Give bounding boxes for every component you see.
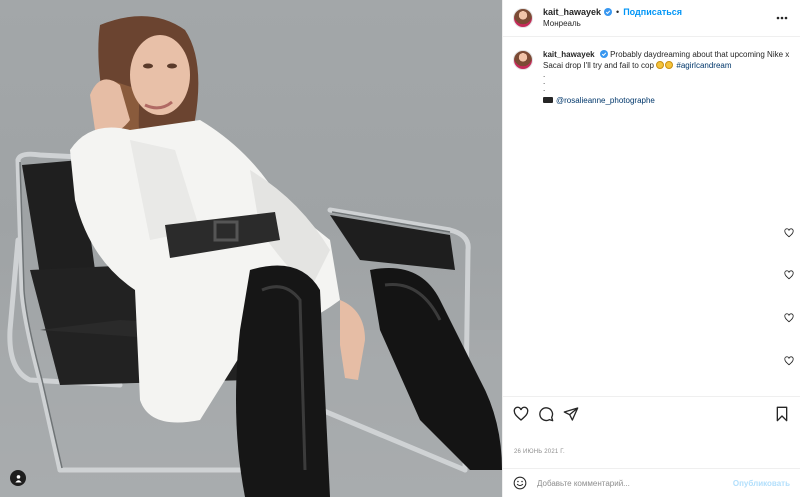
share-icon[interactable] [563,406,579,422]
caption-dot: . [543,77,546,86]
photo-illustration [0,16,502,497]
grin-emoji-icon [665,61,674,69]
verified-badge-icon [599,50,608,58]
actions-divider [503,396,800,397]
header-username[interactable]: kait_hawayek [543,6,601,18]
comment-bar: Опубликовать [503,468,800,497]
caption-dots: . . . [543,70,791,93]
camera-icon [543,97,553,103]
post-photo[interactable] [0,0,502,497]
emoji-icon[interactable] [513,476,527,490]
instagram-post-modal: kait_hawayek • Подписаться Монреаль kait… [0,0,800,497]
photographer-mention[interactable]: @rosalieanne_photographe [556,96,655,105]
heart-icon[interactable] [513,406,529,422]
caption-dot: . [543,70,546,79]
hashtag-link[interactable]: #agirlcandream [676,61,731,70]
header-separator: • [616,7,620,17]
follow-button[interactable]: Подписаться [623,6,682,18]
post-caption: kait_hawayek Probably daydreaming about … [513,49,793,106]
comment-icon[interactable] [538,406,554,422]
more-options-icon [776,16,788,20]
post-details-panel: kait_hawayek • Подписаться Монреаль kait… [502,0,800,497]
user-tag-icon [14,474,22,483]
bookmark-icon[interactable] [774,406,790,422]
smirk-emoji-icon [656,61,665,69]
post-date[interactable]: 26 ИЮНЬ 2021 Г. [514,449,565,455]
publish-button[interactable]: Опубликовать [733,479,790,488]
post-actions [513,405,790,423]
verified-badge-icon [604,8,613,16]
comment-input[interactable] [537,478,727,488]
header-text: kait_hawayek • Подписаться Монреаль [543,6,682,30]
post-header: kait_hawayek • Подписаться Монреаль [503,0,800,37]
photo-credit: @rosalieanne_photographe [543,95,791,106]
caption-avatar[interactable] [513,50,533,70]
user-tag-button[interactable] [10,470,26,486]
caption-username[interactable]: kait_hawayek [543,50,595,59]
header-user-row: kait_hawayek • Подписаться [543,6,682,18]
caption-dot: . [543,84,546,93]
comment-like-heart-icon[interactable] [784,228,794,238]
comment-like-heart-icon[interactable] [784,270,794,280]
more-options-button[interactable] [774,10,790,26]
avatar[interactable] [513,8,533,28]
location-link[interactable]: Монреаль [543,18,682,30]
comment-like-heart-icon[interactable] [784,356,794,366]
comment-like-heart-icon[interactable] [784,313,794,323]
caption-body: kait_hawayek Probably daydreaming about … [543,49,791,106]
